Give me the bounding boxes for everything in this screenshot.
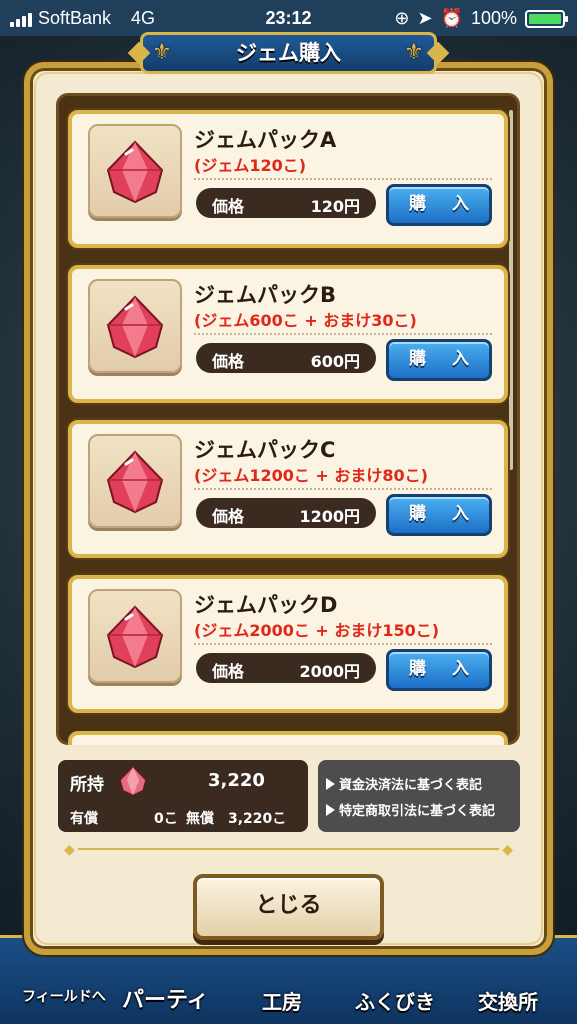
- pack-icon-box: [88, 124, 182, 218]
- pack-icon-box: [88, 589, 182, 683]
- owned-total: 3,220: [208, 770, 265, 791]
- fleur-right-icon: ⚜: [404, 40, 424, 65]
- pack-name: ジェムパックC: [194, 438, 336, 462]
- price-value: 600円: [310, 352, 360, 371]
- free-value: 3,220こ: [228, 811, 287, 827]
- ornament-right-icon: ◆: [502, 842, 513, 858]
- pack-name: ジェムパックA: [194, 128, 337, 152]
- price-label: 価格: [212, 507, 245, 526]
- gem-icon: [106, 295, 164, 359]
- pack-icon-box: [88, 434, 182, 528]
- free-label: 無償: [186, 811, 214, 827]
- close-button[interactable]: とじる: [193, 874, 384, 940]
- dotted-divider: [194, 488, 492, 490]
- status-right: ⊕ ➤ ⏰ 100%: [394, 8, 568, 29]
- gem-icon: [106, 140, 164, 204]
- price-pill: 価格 1200円: [196, 498, 376, 528]
- pack-contents: (ジェム2000こ + おまけ150こ): [194, 621, 440, 640]
- legal-links-panel: 資金決済法に基づく表記 特定商取引法に基づく表記: [318, 760, 520, 832]
- price-label: 価格: [212, 352, 245, 371]
- pack-icon-box: [88, 279, 182, 373]
- gem-icon: [119, 766, 147, 796]
- ornamental-divider: ◆ ◆: [64, 842, 513, 858]
- status-bar: SoftBank 4G 23:12 ⊕ ➤ ⏰ 100%: [0, 0, 577, 36]
- legal-link-payment-label: 資金決済法に基づく表記: [339, 778, 483, 793]
- nav-kobo-button[interactable]: 工房: [262, 986, 302, 1015]
- dotted-divider: [194, 178, 492, 180]
- buy-button[interactable]: 購 入: [386, 494, 492, 536]
- pack-item-next-peek: [68, 731, 508, 745]
- price-pill: 価格 600円: [196, 343, 376, 373]
- pack-item-a: ジェムパックA (ジェム120こ) 価格 120円 購 入: [68, 110, 508, 248]
- price-pill: 価格 2000円: [196, 653, 376, 683]
- battery-icon: [525, 9, 568, 28]
- price-value: 120円: [310, 197, 360, 216]
- pack-contents: (ジェム1200こ + おまけ80こ): [194, 466, 428, 485]
- dotted-divider: [194, 333, 492, 335]
- triangle-right-icon: [326, 803, 335, 816]
- pack-name: ジェムパックB: [194, 283, 337, 307]
- buy-button[interactable]: 購 入: [386, 184, 492, 226]
- legal-link-commerce[interactable]: 特定商取引法に基づく表記: [326, 800, 495, 819]
- price-pill: 価格 120円: [196, 188, 376, 218]
- price-label: 価格: [212, 662, 245, 681]
- pack-contents: (ジェム120こ): [194, 156, 307, 175]
- pack-contents: (ジェム600こ + おまけ30こ): [194, 311, 417, 330]
- nav-party-button[interactable]: パーティ: [122, 982, 209, 1014]
- alarm-icon: ⏰: [440, 8, 463, 28]
- ornament-left-icon: ◆: [64, 842, 75, 858]
- pack-list-scrollbar[interactable]: [509, 110, 513, 470]
- paid-label: 有償: [70, 811, 98, 827]
- price-value: 2000円: [299, 662, 360, 681]
- nav-field-button[interactable]: フィールドへ: [22, 986, 106, 1006]
- gem-icon: [106, 605, 164, 669]
- fleur-left-icon: ⚜: [152, 40, 172, 65]
- nav-fukubiki-button[interactable]: ふくびき: [355, 986, 435, 1015]
- owned-gems-panel: 所持 3,220 こ 有償 0こ 無償 3,220こ: [58, 760, 352, 832]
- battery-percent: 100%: [470, 8, 517, 28]
- location-icon: ➤: [417, 8, 433, 28]
- paid-value: 0こ: [154, 811, 178, 827]
- buy-button[interactable]: 購 入: [386, 649, 492, 691]
- owned-label: 所持: [70, 775, 104, 795]
- dialog-title: ジェム購入: [140, 32, 437, 74]
- nav-kokan-button[interactable]: 交換所: [478, 986, 538, 1015]
- pack-item-d: ジェムパックD (ジェム2000こ + おまけ150こ) 価格 2000円 購 …: [68, 575, 508, 713]
- buy-button[interactable]: 購 入: [386, 339, 492, 381]
- orientation-lock-icon: ⊕: [394, 8, 410, 28]
- dotted-divider: [194, 643, 492, 645]
- price-label: 価格: [212, 197, 245, 216]
- price-value: 1200円: [299, 507, 360, 526]
- gem-icon: [106, 450, 164, 514]
- triangle-right-icon: [326, 777, 335, 790]
- pack-name: ジェムパックD: [194, 593, 338, 617]
- legal-link-payment[interactable]: 資金決済法に基づく表記: [326, 774, 482, 793]
- legal-link-commerce-label: 特定商取引法に基づく表記: [339, 804, 496, 819]
- pack-item-b: ジェムパックB (ジェム600こ + おまけ30こ) 価格 600円 購 入: [68, 265, 508, 403]
- pack-item-c: ジェムパックC (ジェム1200こ + おまけ80こ) 価格 1200円 購 入: [68, 420, 508, 558]
